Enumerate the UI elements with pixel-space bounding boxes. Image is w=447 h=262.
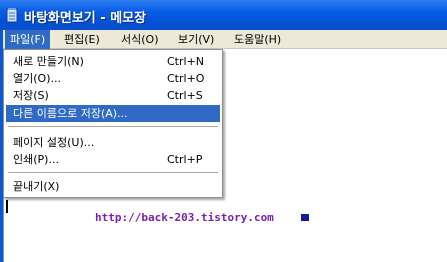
menu-item-save-as-label: 다른 이름으로 저장(A)... xyxy=(13,107,128,120)
menu-item-exit[interactable]: 끝내기(X) xyxy=(6,178,220,195)
menu-item-print-shortcut: Ctrl+P xyxy=(167,153,203,166)
menu-item-new[interactable]: 새로 만들기(N) Ctrl+N xyxy=(6,53,220,70)
menu-item-page-setup[interactable]: 페이지 설정(U)... xyxy=(6,134,220,151)
menu-item-print[interactable]: 인쇄(P)... Ctrl+P xyxy=(6,151,220,168)
menu-item-page-setup-label: 페이지 설정(U)... xyxy=(13,136,95,149)
menu-item-new-shortcut: Ctrl+N xyxy=(167,55,205,68)
file-menu-dropdown: 새로 만들기(N) Ctrl+N 열기(O)... Ctrl+O 저장(S) C… xyxy=(3,49,223,198)
menu-item-print-label: 인쇄(P)... xyxy=(13,153,59,166)
notepad-icon xyxy=(6,8,18,23)
menu-help[interactable]: 도움말(H) xyxy=(229,30,286,49)
menu-file[interactable]: 파일(F) xyxy=(5,30,51,49)
window-title: 바탕화면보기 - 메모장 xyxy=(24,11,147,26)
menu-item-save-shortcut: Ctrl+S xyxy=(167,89,203,102)
text-caret xyxy=(6,200,8,213)
title-bar[interactable]: 바탕화면보기 - 메모장 xyxy=(0,0,447,30)
menu-item-save-as[interactable]: 다른 이름으로 저장(A)... xyxy=(6,105,220,122)
menu-item-save-label: 저장(S) xyxy=(13,89,49,102)
menu-separator xyxy=(8,172,218,173)
menu-item-open[interactable]: 열기(O)... Ctrl+O xyxy=(6,70,220,87)
menu-item-open-shortcut: Ctrl+O xyxy=(167,72,205,85)
notepad-window: 바탕화면보기 - 메모장 파일(F) 편집(E) 서식(O) 보기(V) 도움말… xyxy=(0,0,447,262)
menu-view[interactable]: 보기(V) xyxy=(173,30,219,49)
menu-item-new-label: 새로 만들기(N) xyxy=(13,55,84,68)
menu-bar: 파일(F) 편집(E) 서식(O) 보기(V) 도움말(H) xyxy=(3,30,447,49)
mouse-cursor-block xyxy=(301,214,309,221)
menu-edit[interactable]: 편집(E) xyxy=(59,30,105,49)
menu-separator xyxy=(8,126,218,127)
menu-item-exit-label: 끝내기(X) xyxy=(13,180,60,193)
menu-item-save[interactable]: 저장(S) Ctrl+S xyxy=(6,87,220,104)
menu-item-open-label: 열기(O)... xyxy=(13,72,61,85)
editor-url-text: http://back-203.tistory.com xyxy=(95,211,274,224)
menu-format[interactable]: 서식(O) xyxy=(116,30,163,49)
